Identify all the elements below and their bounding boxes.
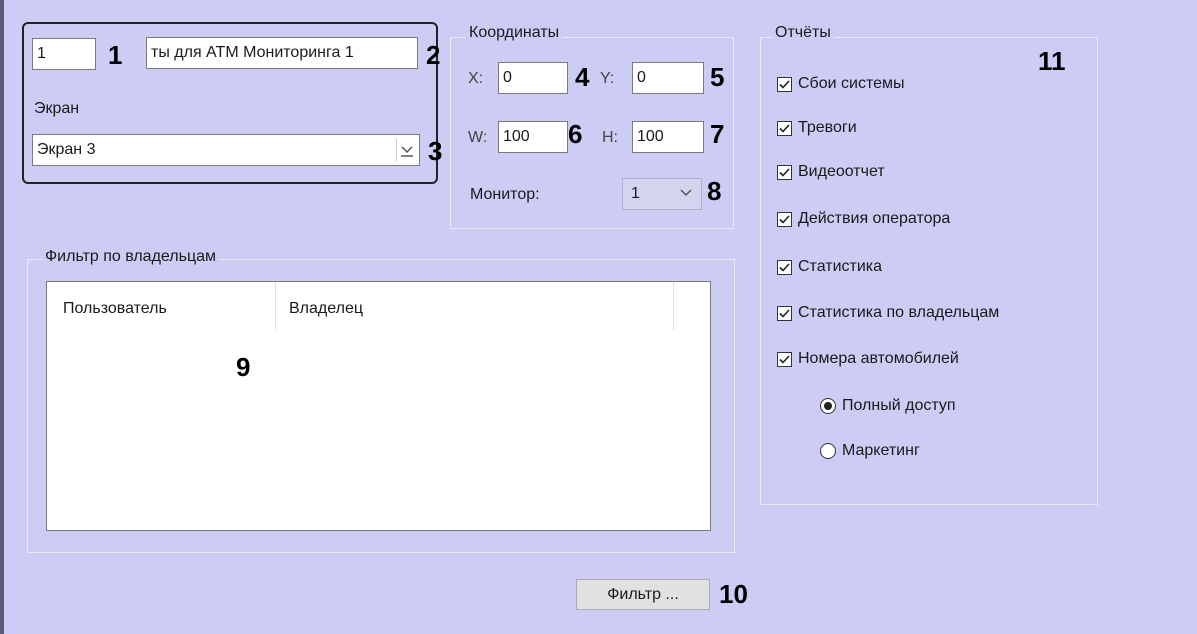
screen-label: Экран (34, 100, 80, 117)
h-label: H: (602, 129, 618, 146)
checkbox-checked-icon[interactable] (777, 76, 792, 92)
report-label: Статистика по владельцам (798, 304, 1000, 321)
checkbox-checked-icon[interactable] (777, 351, 792, 367)
callout-11: 11 (1038, 46, 1066, 76)
screen-select-value: Экран 3 (37, 141, 96, 158)
column-divider (673, 282, 674, 330)
callout-8: 8 (707, 176, 722, 206)
screen-select[interactable]: Экран 3 (32, 134, 420, 166)
column-header-user[interactable]: Пользователь (63, 300, 167, 318)
radio-label: Полный доступ (842, 397, 956, 414)
x-label: X: (468, 70, 484, 87)
radio-marketing[interactable]: Маркетинг (820, 442, 920, 460)
y-label: Y: (600, 70, 615, 87)
report-label: Видеоотчет (798, 163, 885, 180)
filter-button[interactable]: Фильтр ... (576, 579, 710, 610)
monitor-select[interactable]: 1 (622, 178, 702, 210)
monitor-label: Монитор: (470, 186, 540, 203)
column-divider (275, 282, 276, 330)
w-input[interactable]: 100 (498, 121, 568, 153)
screen-id-field[interactable]: 1 (32, 38, 96, 70)
report-checkbox-video-report[interactable]: Видеоотчет (777, 163, 885, 181)
table-header: Пользователь Владелец (47, 282, 675, 330)
callout-3: 3 (428, 136, 443, 166)
callout-10: 10 (719, 579, 748, 609)
screen-name-field[interactable]: ты для ATM Мониторинга 1 (146, 37, 418, 69)
checkbox-checked-icon[interactable] (777, 211, 792, 227)
report-label: Действия оператора (798, 210, 951, 227)
callout-5: 5 (710, 62, 725, 92)
callout-4: 4 (575, 62, 590, 92)
reports-title: Отчёты (772, 24, 834, 42)
radio-unselected-icon[interactable] (820, 443, 836, 459)
owner-table[interactable]: Пользователь Владелец (46, 281, 711, 531)
report-checkbox-owner-statistics[interactable]: Статистика по владельцам (777, 304, 999, 322)
callout-1: 1 (108, 40, 123, 70)
report-checkbox-system-failures[interactable]: Сбои системы (777, 75, 904, 93)
checkbox-checked-icon[interactable] (777, 164, 792, 180)
y-input[interactable]: 0 (632, 62, 704, 94)
callout-7: 7 (710, 119, 725, 149)
radio-selected-icon[interactable] (820, 398, 836, 414)
window-left-edge (0, 0, 4, 634)
report-label: Тревоги (798, 119, 857, 136)
checkbox-checked-icon[interactable] (777, 259, 792, 275)
radio-full-access[interactable]: Полный доступ (820, 397, 956, 415)
radio-label: Маркетинг (842, 442, 920, 459)
callout-9: 9 (236, 352, 251, 382)
report-checkbox-statistics[interactable]: Статистика (777, 258, 882, 276)
checkbox-checked-icon[interactable] (777, 305, 792, 321)
report-label: Сбои системы (798, 75, 905, 92)
h-input[interactable]: 100 (632, 121, 704, 153)
report-label: Номера автомобилей (798, 350, 959, 367)
checkbox-checked-icon[interactable] (777, 120, 792, 136)
chevron-down-icon[interactable] (396, 139, 417, 161)
report-label: Статистика (798, 258, 883, 275)
owner-filter-title: Фильтр по владельцам (42, 248, 220, 266)
w-label: W: (468, 129, 488, 146)
report-checkbox-alarms[interactable]: Тревоги (777, 119, 857, 137)
monitor-select-value: 1 (631, 185, 640, 202)
coordinates-title: Координаты (466, 24, 563, 42)
report-checkbox-operator-actions[interactable]: Действия оператора (777, 210, 950, 228)
callout-2: 2 (426, 40, 441, 70)
callout-6: 6 (568, 119, 583, 149)
report-checkbox-license-plates[interactable]: Номера автомобилей (777, 350, 959, 368)
x-input[interactable]: 0 (498, 62, 568, 94)
chevron-down-icon[interactable] (679, 186, 693, 202)
column-header-owner[interactable]: Владелец (289, 300, 363, 318)
